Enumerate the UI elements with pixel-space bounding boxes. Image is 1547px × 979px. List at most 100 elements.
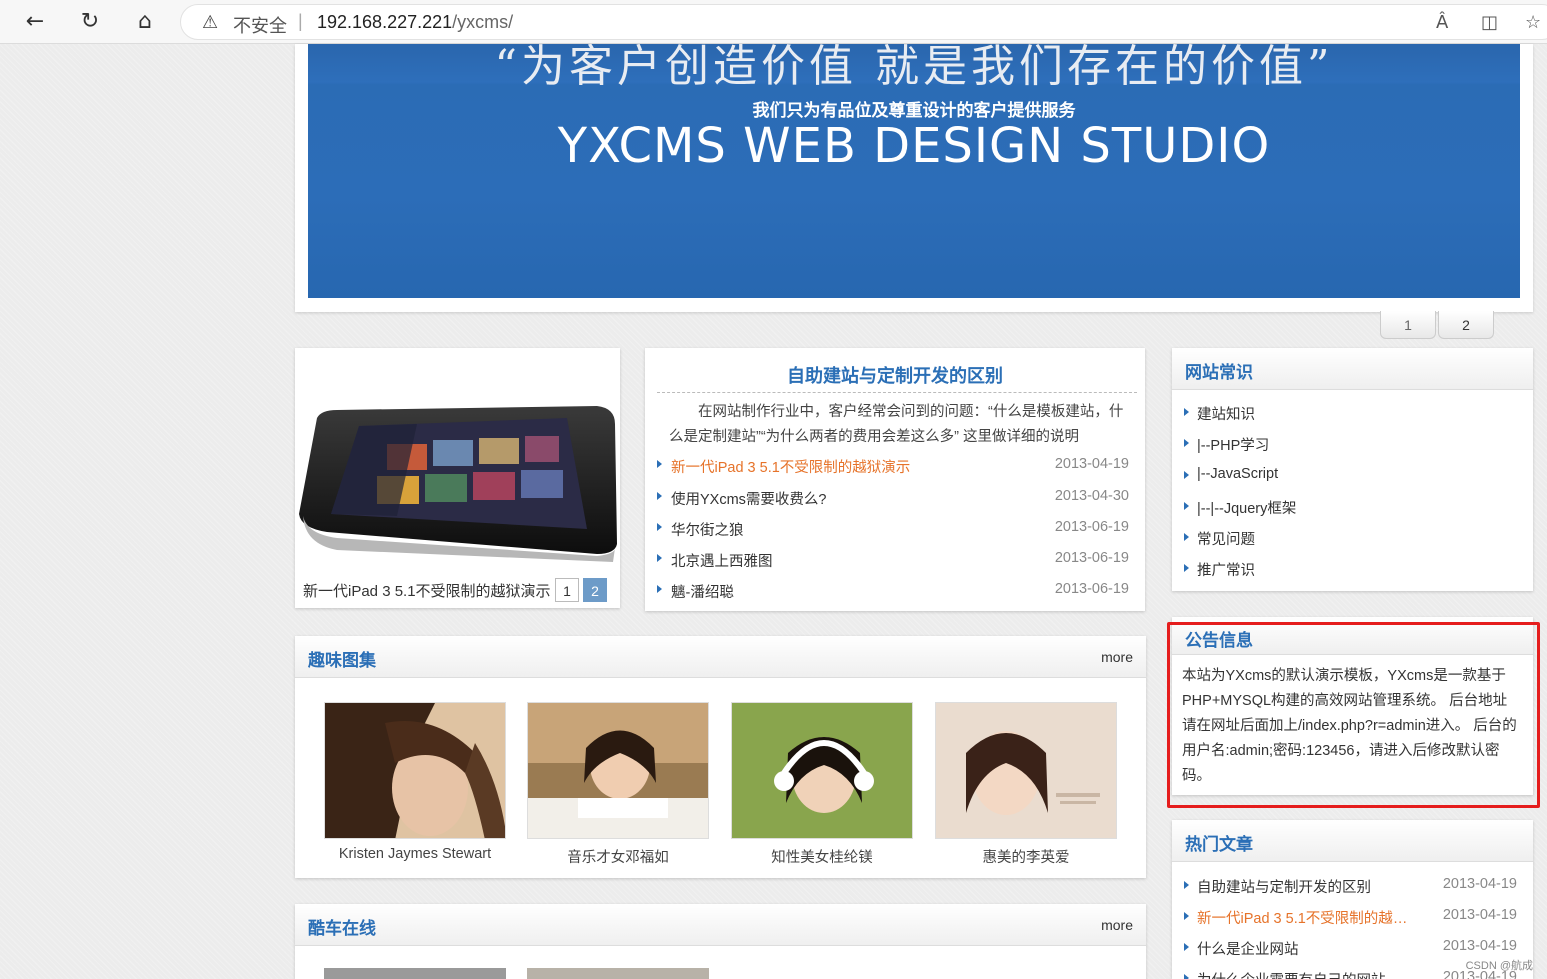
car-thumbnail[interactable]	[527, 968, 709, 979]
slide-caption[interactable]: 新一代iPad 3 5.1不受限制的越狱演示	[303, 580, 553, 601]
slide-page-1[interactable]: 1	[555, 578, 579, 602]
hot-article-title[interactable]: 为什么企业需要有自己的网站	[1197, 969, 1417, 979]
panel-header: 热门文章	[1172, 820, 1533, 862]
featured-title[interactable]: 自助建站与定制开发的区别	[645, 362, 1145, 388]
bullet-icon	[1184, 912, 1189, 920]
banner-image[interactable]: “为客户创造价值 就是我们存在的价值” 我们只为有品位及尊重设计的客户提供服务 …	[308, 44, 1520, 298]
news-date: 2013-06-19	[1054, 550, 1129, 566]
car-thumbnail[interactable]	[324, 968, 506, 979]
warning-icon[interactable]: ⚠	[202, 12, 218, 33]
photo-thumbnail[interactable]	[527, 702, 709, 839]
portrait-image	[936, 703, 1116, 838]
category-label[interactable]: |--|--Jquery框架	[1197, 497, 1296, 518]
news-date: 2013-04-19	[1054, 456, 1129, 472]
read-aloud-icon[interactable]: Â	[1436, 12, 1448, 33]
news-title[interactable]: 魑-潘绍聪	[671, 581, 734, 602]
category-label[interactable]: 常见问题	[1197, 528, 1255, 549]
news-item[interactable]: 北京遇上西雅图 2013-06-19	[657, 547, 1129, 571]
address-separator: |	[298, 11, 303, 31]
portrait-image	[325, 703, 505, 838]
hot-article-title[interactable]: 什么是企业网站	[1197, 938, 1417, 959]
bullet-icon	[657, 492, 662, 500]
news-title[interactable]: 华尔街之狼	[671, 519, 744, 540]
bullet-icon	[1184, 502, 1189, 510]
category-label[interactable]: 推广常识	[1197, 559, 1255, 580]
banner-page-2[interactable]: 2	[1438, 311, 1494, 339]
news-item[interactable]: 华尔街之狼 2013-06-19	[657, 516, 1129, 540]
reload-icon[interactable]: ↻	[75, 8, 105, 36]
hot-article-title[interactable]: 新一代iPad 3 5.1不受限制的越狱演示	[1197, 907, 1417, 928]
panel-header: 酷车在线 more	[295, 904, 1146, 946]
news-title[interactable]: 北京遇上西雅图	[671, 550, 773, 571]
news-date: 2013-06-19	[1054, 581, 1129, 597]
featured-article-box: 自助建站与定制开发的区别 在网站制作行业中，客户经常会问到的问题：“什么是模板建…	[645, 348, 1145, 611]
bullet-icon	[1184, 943, 1189, 951]
banner-quote: “为客户创造价值 就是我们存在的价值”	[494, 44, 1334, 92]
cars-panel: 酷车在线 more	[295, 904, 1146, 979]
url-text[interactable]: 192.168.227.221/yxcms/	[317, 12, 513, 33]
watermark: CSDN @航成	[1465, 960, 1533, 972]
insecure-label[interactable]: 不安全	[233, 12, 287, 38]
banner-container: “为客户创造价值 就是我们存在的价值” 我们只为有品位及尊重设计的客户提供服务 …	[295, 44, 1533, 312]
divider	[657, 392, 1137, 393]
split-screen-icon[interactable]: ◫	[1481, 12, 1498, 33]
news-title[interactable]: 新一代iPad 3 5.1不受限制的越狱演示	[671, 456, 910, 477]
panel-header: 趣味图集 more	[295, 636, 1146, 678]
category-label[interactable]: 建站知识	[1197, 403, 1255, 424]
panel-header: 公告信息	[1172, 617, 1533, 655]
slide-box: 新一代iPad 3 5.1不受限制的越狱演示 1 2	[295, 348, 620, 608]
hot-article-item[interactable]: 自助建站与定制开发的区别 2013-04-19	[1184, 873, 1517, 897]
panel-title: 热门文章	[1185, 835, 1253, 854]
photo-caption[interactable]: 音乐才女邓福如	[518, 846, 718, 867]
panel-title[interactable]: 酷车在线	[308, 914, 376, 939]
address-bar[interactable]: ⚠ 不安全 | 192.168.227.221/yxcms/ Â ◫ ☆	[180, 4, 1547, 40]
panel-title[interactable]: 网站常识	[1185, 358, 1253, 383]
photo-caption[interactable]: 惠美的李英爱	[926, 846, 1126, 867]
url-path: /yxcms/	[452, 12, 514, 32]
category-label[interactable]: |--JavaScript	[1197, 466, 1278, 482]
bullet-icon	[1184, 471, 1189, 479]
notice-panel: 公告信息 本站为YXcms的默认演示模板，YXcms是一款基于PHP+MYSQL…	[1172, 617, 1533, 795]
photo-thumbnail[interactable]	[731, 702, 913, 839]
bullet-icon	[1184, 408, 1189, 416]
banner-page-1[interactable]: 1	[1380, 311, 1436, 339]
hot-article-date: 2013-04-19	[1442, 876, 1517, 892]
browser-toolbar: ← ↻ ⌂ ⚠ 不安全 | 192.168.227.221/yxcms/ Â …	[0, 0, 1547, 44]
news-item[interactable]: 新一代iPad 3 5.1不受限制的越狱演示 2013-04-19	[657, 453, 1129, 477]
photo-thumbnail[interactable]	[935, 702, 1117, 839]
tablet-image[interactable]	[297, 404, 617, 564]
back-arrow-icon[interactable]: ←	[20, 8, 50, 36]
news-title[interactable]: 使用YXcms需要收费么?	[671, 488, 827, 509]
news-item[interactable]: 魑-潘绍聪 2013-06-19	[657, 578, 1129, 602]
bullet-icon	[1184, 439, 1189, 447]
news-date: 2013-06-19	[1054, 519, 1129, 535]
category-label[interactable]: |--PHP学习	[1197, 434, 1269, 455]
bullet-icon	[1184, 881, 1189, 889]
favorite-star-icon[interactable]: ☆	[1525, 12, 1541, 33]
url-host: 192.168.227.221	[317, 12, 453, 32]
banner-title: YXCMS WEB DESIGN STUDIO	[557, 118, 1271, 174]
photo-caption[interactable]: 知性美女桂纶镁	[722, 846, 922, 867]
photo-thumbnail[interactable]	[324, 702, 506, 839]
hot-article-item[interactable]: 新一代iPad 3 5.1不受限制的越狱演示 2013-04-19	[1184, 904, 1517, 928]
hot-article-date: 2013-04-19	[1442, 938, 1517, 954]
gallery-panel: 趣味图集 more Kristen Jaymes Stewart 音乐才女邓福如	[295, 636, 1146, 878]
news-date: 2013-04-30	[1054, 488, 1129, 504]
bullet-icon	[1184, 533, 1189, 541]
news-item[interactable]: 使用YXcms需要收费么? 2013-04-30	[657, 485, 1129, 509]
bullet-icon	[1184, 974, 1189, 979]
more-link[interactable]: more	[1101, 917, 1133, 933]
photo-caption[interactable]: Kristen Jaymes Stewart	[315, 846, 515, 862]
notice-text: 本站为YXcms的默认演示模板，YXcms是一款基于PHP+MYSQL构建的高效…	[1182, 668, 1517, 784]
home-icon[interactable]: ⌂	[130, 8, 160, 36]
portrait-image	[528, 703, 708, 838]
bullet-icon	[657, 585, 662, 593]
hot-articles-panel: 热门文章 自助建站与定制开发的区别 2013-04-19 新一代iPad 3 5.…	[1172, 820, 1533, 979]
panel-header: 网站常识	[1172, 348, 1533, 390]
panel-title[interactable]: 趣味图集	[308, 646, 376, 671]
hot-article-title[interactable]: 自助建站与定制开发的区别	[1197, 876, 1417, 897]
slide-page-2[interactable]: 2	[583, 578, 607, 602]
panel-title: 公告信息	[1185, 631, 1253, 650]
more-link[interactable]: more	[1101, 649, 1133, 665]
hot-article-item[interactable]: 什么是企业网站 2013-04-19	[1184, 935, 1517, 959]
